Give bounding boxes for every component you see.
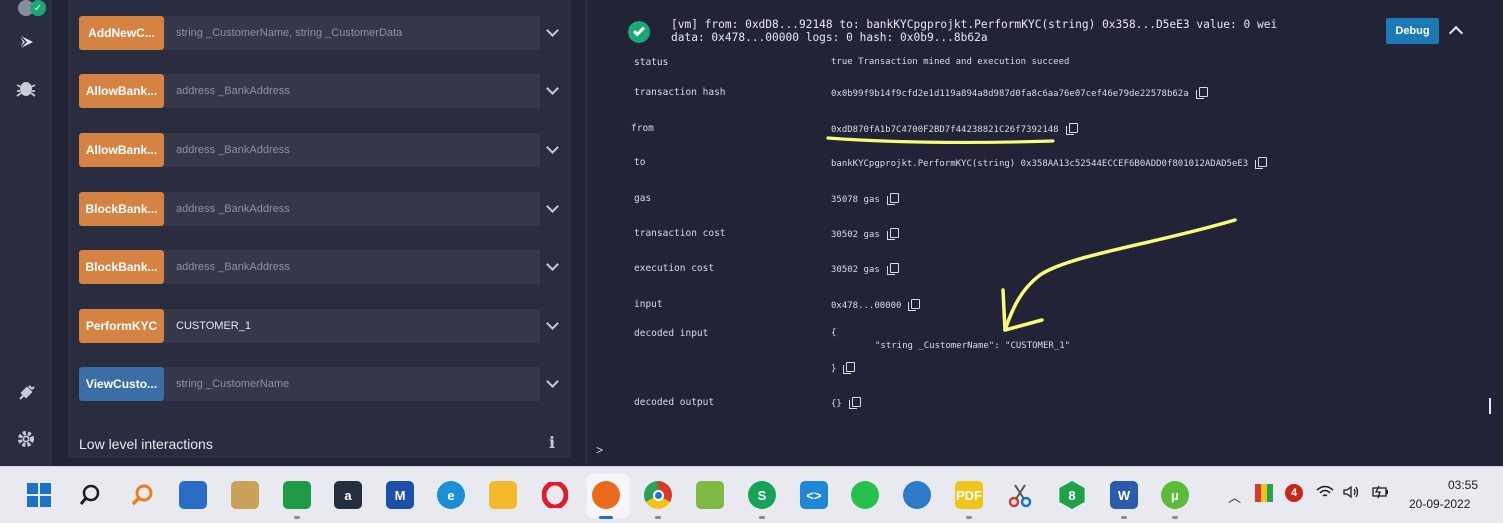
search-orange-icon[interactable] (128, 481, 156, 509)
notification-count-badge[interactable]: 4 (1285, 484, 1303, 502)
volume-icon[interactable] (1343, 485, 1361, 502)
clock-time[interactable]: 03:55 (1448, 478, 1478, 492)
microsoft-store-icon[interactable] (179, 481, 207, 509)
green-app-icon[interactable] (283, 481, 311, 509)
windows-start-icon[interactable] (25, 481, 53, 509)
edge-icon[interactable]: e (437, 481, 465, 509)
arrow-annotation (1003, 218, 1237, 332)
running-app-indicator (1172, 516, 1178, 519)
wifi-icon[interactable] (1316, 485, 1334, 502)
globe-download-icon[interactable] (903, 481, 931, 509)
notepad-plus-icon[interactable] (696, 481, 724, 509)
file-explorer-icon[interactable] (489, 481, 517, 509)
underline-annotation (826, 136, 1055, 145)
running-app-indicator (966, 516, 972, 519)
word-icon[interactable]: W (1110, 481, 1138, 509)
whatsapp-icon[interactable] (851, 481, 879, 509)
amazon-icon[interactable]: a (334, 481, 362, 509)
green-s-icon[interactable]: S (748, 481, 776, 509)
running-app-indicator (1121, 516, 1127, 519)
running-app-indicator (759, 516, 765, 519)
firefox-icon[interactable] (592, 481, 620, 509)
active-app-indicator (599, 516, 613, 519)
clock-date[interactable]: 20-09-2022 (1409, 497, 1470, 511)
running-app-indicator (294, 516, 300, 519)
opera-icon[interactable] (541, 481, 569, 509)
battery-icon[interactable] (1370, 485, 1390, 502)
tray-app-icon[interactable] (1255, 484, 1273, 502)
vscode-icon[interactable]: <> (800, 481, 828, 509)
search-icon[interactable] (76, 481, 104, 509)
pdf-icon[interactable]: PDF (955, 481, 983, 509)
package-icon[interactable] (231, 481, 259, 509)
utorrent-icon[interactable]: μ (1161, 481, 1189, 509)
chrome-icon[interactable] (644, 481, 672, 509)
yellow-annotation-overlay (826, 136, 1237, 332)
tray-expand-chevron-icon[interactable]: ︿ (1228, 487, 1241, 506)
snipping-tool-icon[interactable] (1006, 481, 1034, 509)
mathpix-icon[interactable]: M (386, 481, 414, 509)
running-app-indicator (655, 516, 661, 519)
